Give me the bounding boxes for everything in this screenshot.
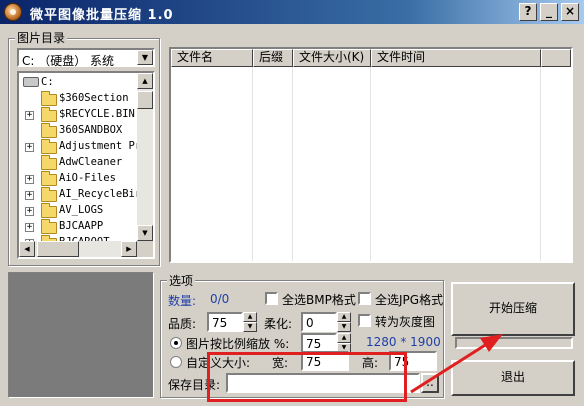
annotation-arrow-line xyxy=(410,340,491,394)
app-window: 微平图像批量压缩 1.0 ? _ × 图片目录 C: （硬盘） 系统 ▼ C: … xyxy=(0,0,584,406)
annotation-arrow xyxy=(410,334,503,394)
annotation-arrow-head xyxy=(480,334,503,352)
